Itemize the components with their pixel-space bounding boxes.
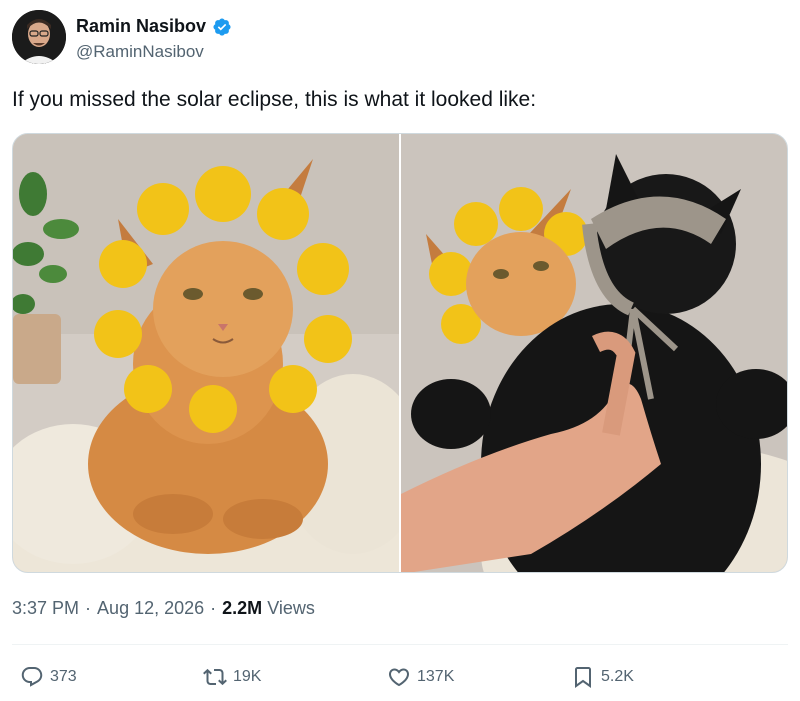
like-count: 137K (417, 668, 455, 685)
divider (12, 644, 788, 645)
author-handle[interactable]: @RaminNasibov (76, 42, 204, 62)
action-bar: 373 19K 137K 5.2K (0, 665, 800, 695)
reply-icon (21, 667, 43, 687)
verified-badge-icon (213, 17, 231, 36)
reply-button[interactable]: 373 (20, 665, 77, 689)
bookmark-count: 5.2K (601, 668, 634, 685)
reply-count: 373 (50, 668, 77, 685)
meta-separator: · (210, 598, 217, 618)
repost-button[interactable]: 19K (203, 665, 261, 689)
photo-black-cat-eclipse[interactable] (401, 134, 787, 572)
views-count: 2.2M (222, 598, 263, 618)
tweet-meta: 3:37 PM · Aug 12, 2026 · 2.2M Views (12, 598, 315, 619)
like-button[interactable]: 137K (387, 665, 454, 689)
tweet-text: If you missed the solar eclipse, this is… (12, 88, 537, 111)
author-name[interactable]: Ramin Nasibov (76, 16, 206, 37)
bookmark-icon (575, 667, 591, 688)
avatar[interactable] (12, 10, 66, 64)
repost-count: 19K (233, 668, 262, 685)
tweet-header: Ramin Nasibov @RaminNasibov (12, 8, 792, 68)
bookmark-button[interactable]: 5.2K (571, 665, 634, 689)
tweet-time[interactable]: 3:37 PM (12, 598, 79, 619)
tweet-media (12, 133, 788, 573)
tweet-date[interactable]: Aug 12, 2026 (97, 598, 204, 619)
repost-icon (203, 668, 227, 686)
like-icon (388, 668, 410, 687)
photo-orange-cat-sunflower[interactable] (13, 134, 399, 572)
meta-separator: · (85, 598, 92, 618)
views-label: Views (267, 598, 315, 618)
